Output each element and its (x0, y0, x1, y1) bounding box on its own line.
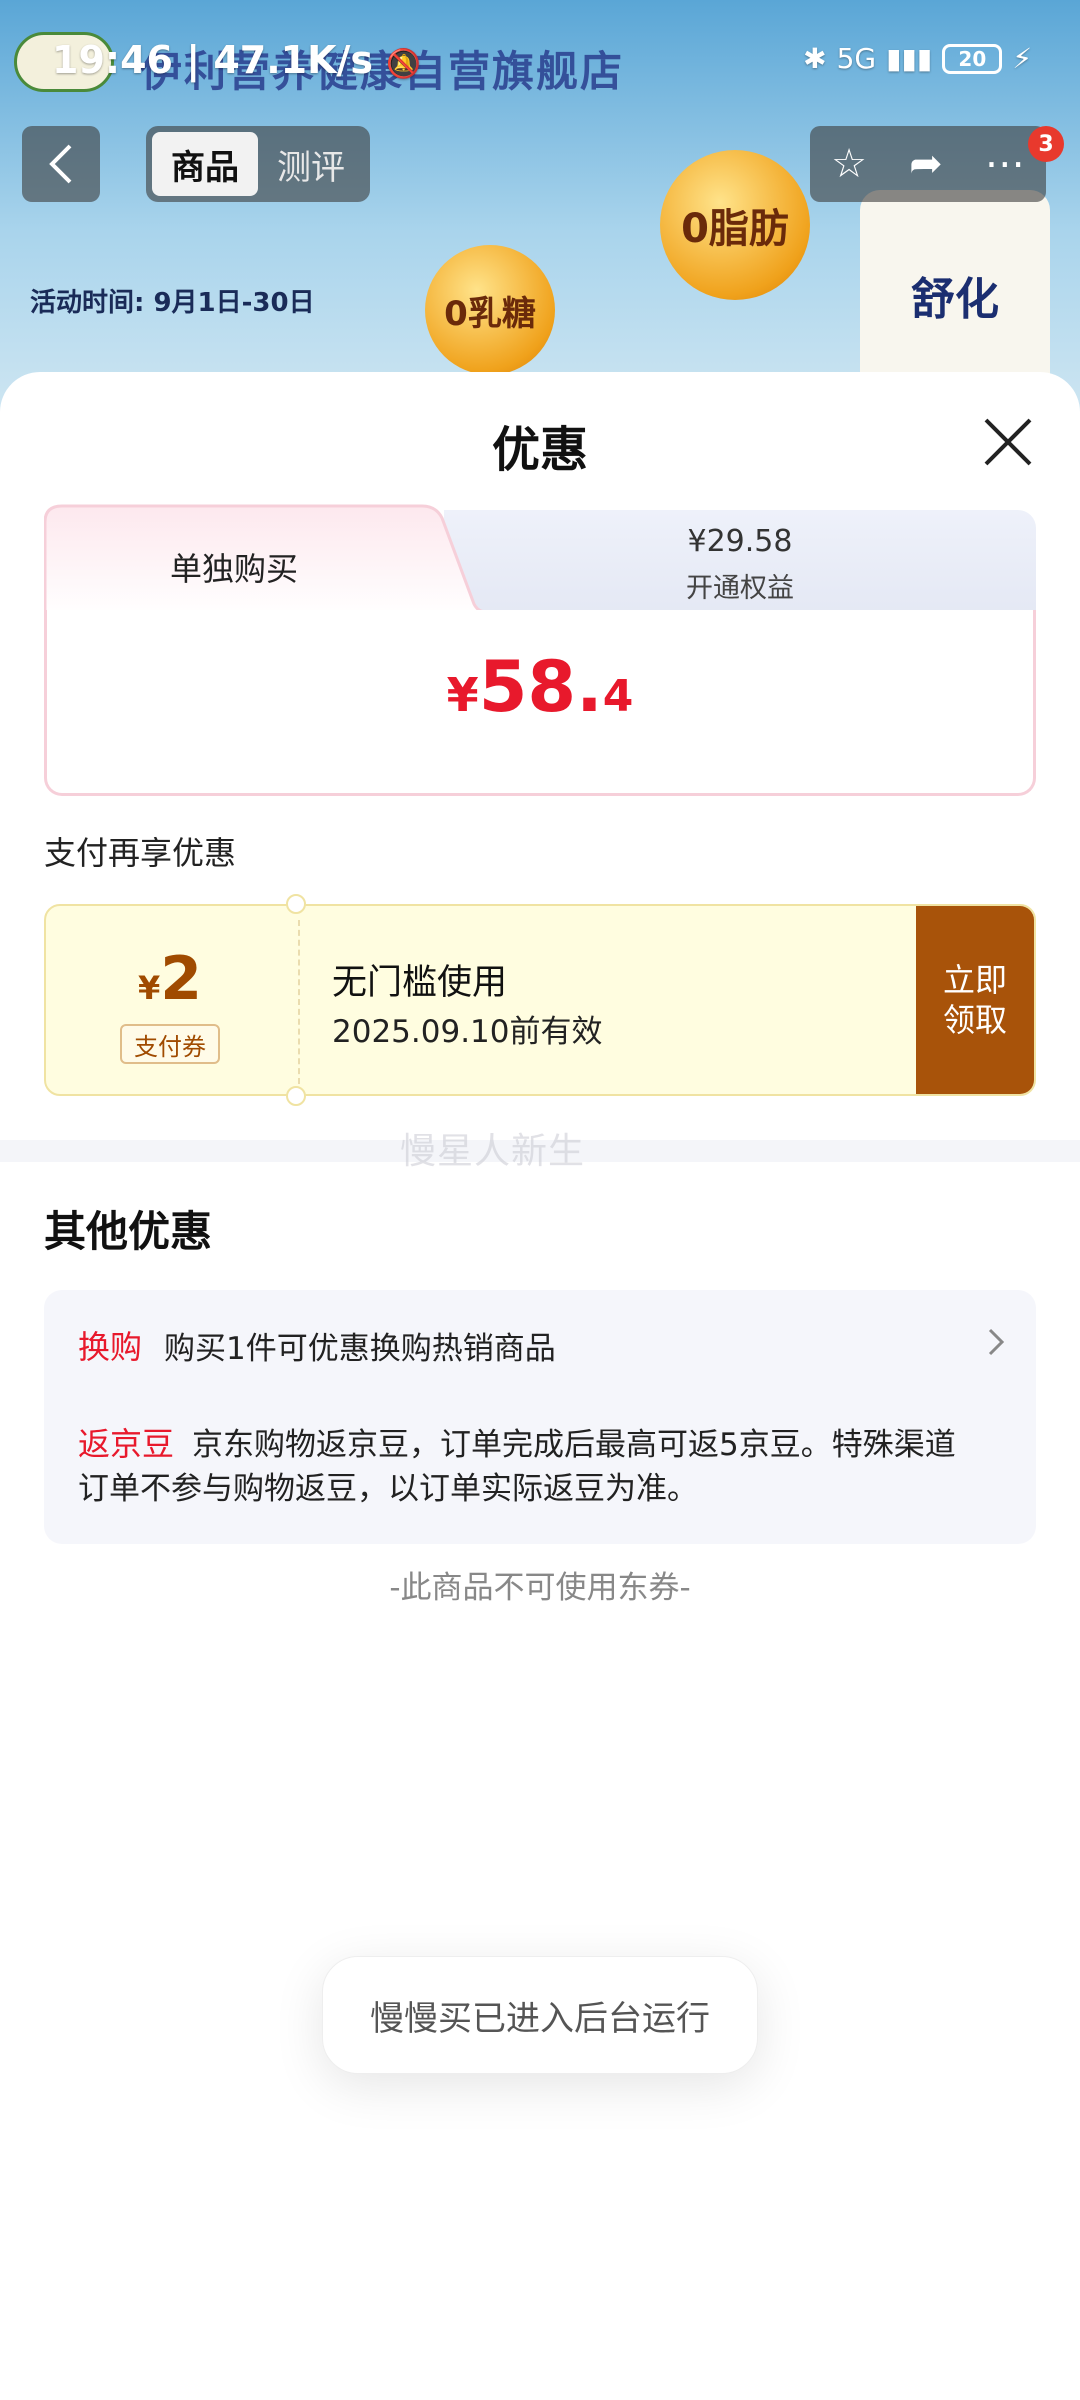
coupon-condition: 无门槛使用 (332, 963, 508, 1003)
signal-type: 5G (836, 42, 877, 75)
product-package-image: 舒化 (860, 190, 1050, 400)
promo-text-tradein: 购买1件可优惠换购热销商品 (164, 1330, 556, 1367)
chevron-right-icon (986, 1324, 1008, 1369)
price-decimal: 4 (602, 671, 634, 722)
payment-coupon: ¥2 支付券 无门槛使用 2025.09.10前有效 立即 领取 (44, 904, 1036, 1096)
membership-price: ¥29.58 (687, 524, 793, 559)
tab-product[interactable]: 商品 (152, 132, 258, 196)
price-integer: 58. (478, 646, 603, 728)
claim-coupon-button[interactable]: 立即 领取 (916, 906, 1034, 1094)
battery-icon: 20 (942, 43, 1003, 74)
zero-lactose-badge: 0乳糖 (425, 245, 555, 375)
watermark-text: 慢星人新生 (400, 1131, 586, 1172)
share-icon[interactable]: ➦ (909, 141, 943, 187)
coupon-divider (298, 920, 300, 1084)
product-tabs: 商品 测评 (146, 126, 370, 202)
chevron-left-icon (49, 144, 72, 184)
favorite-star-icon[interactable]: ☆ (831, 141, 867, 187)
trade-in-promo-row[interactable]: 换购 购买1件可优惠换购热销商品 (78, 1318, 1008, 1372)
bluetooth-icon: ✱ (803, 42, 827, 75)
status-time: 19:46 | 47.1K/s 🔕 (52, 38, 421, 82)
nav-actions: ☆ ➦ ⋯ (810, 126, 1046, 202)
activity-time-label: 活动时间: 9月1日-30日 (30, 288, 315, 318)
product-page-background: 伊利营养健康自营旗舰店 活动时间: 9月1日-30日 0脂肪 0乳糖 舒化 19… (0, 0, 1080, 420)
signal-bars-icon: ▮▮▮ (886, 42, 933, 75)
sheet-title: 优惠 (491, 422, 588, 478)
current-price: ¥58.4 (47, 646, 1033, 728)
mute-bell-icon: 🔕 (386, 47, 422, 80)
price-display: ¥58.4 (44, 610, 1036, 796)
currency-symbol: ¥ (446, 668, 479, 722)
coupon-validity: 2025.09.10前有效 (332, 1014, 603, 1050)
status-separator: | (186, 38, 214, 82)
coupon-amount: ¥2 (46, 944, 294, 1014)
tab-single-purchase[interactable]: 单独购买 (44, 504, 484, 616)
zero-fat-badge: 0脂肪 (660, 150, 810, 300)
coupon-type-badge: 支付券 (120, 1024, 220, 1064)
tab-review[interactable]: 测评 (258, 132, 364, 196)
coupon-number: 2 (160, 944, 202, 1014)
background-running-toast: 慢慢买已进入后台运行 (322, 1956, 758, 2074)
price-option-card: ¥29.58 开通权益 单独购买 ¥58.4 (44, 504, 1036, 796)
coupon-currency: ¥ (137, 969, 161, 1007)
promo-tag-tradein: 换购 (78, 1328, 143, 1366)
close-icon (984, 418, 1032, 466)
status-icons: ✱ 5G ▮▮▮ 20 ⚡ (803, 42, 1032, 75)
tab-membership-price[interactable]: ¥29.58 开通权益 (444, 510, 1036, 618)
clock: 19:46 (52, 38, 173, 82)
promo-text-jingdou: 京东购物返京豆，订单完成后最高可返5京豆。特殊渠道订单不参与购物返豆，以订单实际… (78, 1427, 956, 1507)
back-button[interactable] (22, 126, 100, 202)
promo-tag-jingdou: 返京豆 (78, 1425, 175, 1463)
pay-section-title: 支付再享优惠 (44, 834, 237, 872)
close-button[interactable] (980, 414, 1036, 470)
claim-label-line1: 立即 (942, 961, 1007, 999)
charging-icon: ⚡ (1012, 42, 1032, 75)
coupon-value-area: ¥2 支付券 (46, 906, 294, 1094)
notification-badge: 3 (1028, 126, 1064, 162)
network-speed: 47.1K/s (213, 38, 374, 82)
membership-label: 开通权益 (686, 573, 794, 604)
jingdou-promo-row: 返京豆 京东购物返京豆，订单完成后最高可返5京豆。特殊渠道订单不参与购物返豆，以订… (78, 1422, 978, 1511)
coupon-notch-top (286, 894, 306, 914)
other-discounts-box: 换购 购买1件可优惠换购热销商品 返京豆 京东购物返京豆，订单完成后最高可返5京豆… (44, 1290, 1036, 1544)
discount-sheet: 优惠 ¥29.58 开通权益 单独购买 ¥58.4 支付再享优惠 ¥2 支付券 … (0, 372, 1080, 2400)
coupon-notch-bottom (286, 1086, 306, 1106)
other-discounts-title: 其他优惠 (44, 1207, 213, 1256)
single-purchase-label: 单独购买 (169, 550, 298, 588)
more-icon[interactable]: ⋯ (985, 141, 1025, 187)
no-coupon-note: -此商品不可使用东券- (389, 1570, 691, 1606)
status-bar: 19:46 | 47.1K/s 🔕 ✱ 5G ▮▮▮ 20 ⚡ (0, 0, 1080, 120)
claim-label-line2: 领取 (942, 1001, 1007, 1039)
